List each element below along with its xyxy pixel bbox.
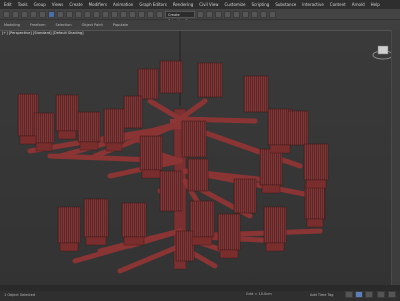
material-editor-icon[interactable] (242, 10, 249, 18)
select-icon[interactable] (48, 10, 55, 18)
time-config-icon[interactable] (388, 291, 396, 298)
menu-bar: Edit Tools Group Views Create Modifiers … (0, 0, 400, 9)
placement-icon[interactable] (111, 10, 118, 18)
menu-group[interactable]: Group (34, 2, 46, 7)
render-frame-icon[interactable] (260, 10, 267, 18)
command-panel-strip[interactable] (391, 30, 400, 285)
grid-readout: Grid = 10.0cm (246, 292, 272, 296)
tab-freeform[interactable]: Freeform (30, 23, 46, 27)
menu-arnold[interactable]: Arnold (352, 2, 365, 7)
tab-modeling[interactable]: Modeling (4, 23, 20, 27)
menu-scripting[interactable]: Scripting (252, 2, 270, 7)
render-icon[interactable] (269, 10, 276, 18)
tab-selection[interactable]: Selection (56, 23, 72, 27)
chandelier-model (17, 31, 329, 274)
tab-populate[interactable]: Populate (113, 23, 128, 27)
angle-snap-icon[interactable] (138, 10, 145, 18)
render-setup-icon[interactable] (251, 10, 258, 18)
main-toolbar: Create Selection Se (0, 9, 400, 23)
menu-substance[interactable]: Substance (275, 2, 296, 7)
curve-editor-icon[interactable] (224, 10, 231, 18)
redo-icon[interactable] (12, 10, 19, 18)
menu-create[interactable]: Create (69, 2, 82, 7)
layer-icon[interactable] (215, 10, 222, 18)
menu-views[interactable]: Views (52, 2, 64, 7)
scale-icon[interactable] (102, 10, 109, 18)
status-message: 1 Object Selected (4, 293, 36, 297)
menu-help[interactable]: Help (371, 2, 380, 7)
perspective-viewport[interactable] (0, 30, 400, 286)
undo-icon[interactable] (3, 10, 10, 18)
menu-civil-view[interactable]: Civil View (199, 2, 218, 7)
link-icon[interactable] (21, 10, 28, 18)
add-time-tag[interactable]: Add Time Tag (310, 293, 334, 297)
play-icon[interactable] (355, 291, 363, 298)
menu-graph-editors[interactable]: Graph Editors (139, 2, 166, 7)
go-start-icon[interactable] (345, 291, 353, 298)
menu-rendering[interactable]: Rendering (173, 2, 193, 7)
viewport-label[interactable]: [+] [Perspective] [Standard] [Default Sh… (2, 31, 84, 35)
menu-content[interactable]: Content (330, 2, 346, 7)
menu-modifiers[interactable]: Modifiers (89, 2, 107, 7)
unlink-icon[interactable] (30, 10, 37, 18)
ribbon-tabs: Modeling Freeform Selection Object Paint… (0, 20, 400, 30)
spinner-snap-icon[interactable] (156, 10, 163, 18)
pivot-icon[interactable] (120, 10, 127, 18)
go-end-icon[interactable] (365, 291, 373, 298)
mirror-icon[interactable] (197, 10, 204, 18)
menu-edit[interactable]: Edit (4, 2, 12, 7)
timeline-track[interactable] (0, 285, 400, 291)
align-icon[interactable] (206, 10, 213, 18)
menu-interactive[interactable]: Interactive (302, 2, 324, 7)
tab-object-paint[interactable]: Object Paint (82, 23, 103, 27)
schematic-icon[interactable] (233, 10, 240, 18)
menu-animation[interactable]: Animation (113, 2, 133, 7)
snap-icon[interactable] (129, 10, 136, 18)
window-crossing-icon[interactable] (75, 10, 82, 18)
selection-set-dropdown[interactable]: Create Selection Se (165, 10, 195, 23)
key-mode-icon[interactable] (377, 291, 385, 298)
menu-tools[interactable]: Tools (18, 2, 28, 7)
menu-customize[interactable]: Customize (225, 2, 246, 7)
rect-select-icon[interactable] (66, 10, 73, 18)
percent-snap-icon[interactable] (147, 10, 154, 18)
select-name-icon[interactable] (57, 10, 64, 18)
rotate-icon[interactable] (93, 10, 100, 18)
move-icon[interactable] (84, 10, 91, 18)
bind-icon[interactable] (39, 10, 46, 18)
